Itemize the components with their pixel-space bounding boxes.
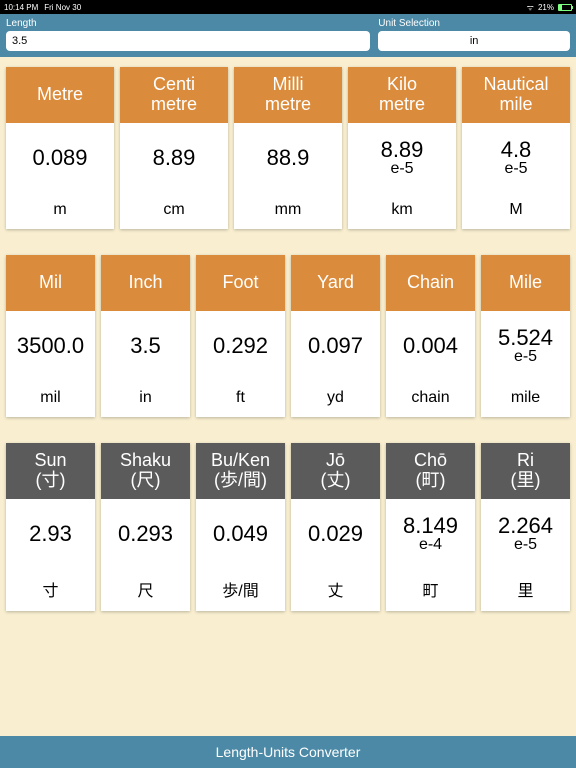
length-input[interactable] xyxy=(6,31,370,51)
card-unit: mil xyxy=(6,381,95,417)
footer-title: Length-Units Converter xyxy=(0,736,576,768)
card-value: 0.089 xyxy=(6,123,114,193)
card-value: 0.029 xyxy=(291,499,380,569)
length-label: Length xyxy=(6,18,370,29)
card-title: Jō(丈) xyxy=(291,443,380,499)
status-bar: 10:14 PM Fri Nov 30 ᯤ 21% xyxy=(0,0,576,14)
unit-card[interactable]: Ri(里)2.264e-5里 xyxy=(481,443,570,611)
card-row: Sun(寸)2.93寸Shaku(尺)0.293尺Bu/Ken(歩/間)0.04… xyxy=(6,443,570,611)
card-title: Chain xyxy=(386,255,475,311)
card-title: Ri(里) xyxy=(481,443,570,499)
card-value: 5.524e-5 xyxy=(481,311,570,381)
unit-card[interactable]: Kilometre8.89e-5km xyxy=(348,67,456,229)
card-title: Millimetre xyxy=(234,67,342,123)
card-unit: cm xyxy=(120,193,228,229)
header: Length Unit Selection xyxy=(0,14,576,57)
card-unit: yd xyxy=(291,381,380,417)
card-unit: m xyxy=(6,193,114,229)
cards-content: Metre0.089mCentimetre8.89cmMillimetre88.… xyxy=(0,57,576,736)
card-title: Shaku(尺) xyxy=(101,443,190,499)
card-title: Foot xyxy=(196,255,285,311)
unit-card[interactable]: Jō(丈)0.029丈 xyxy=(291,443,380,611)
card-value: 0.292 xyxy=(196,311,285,381)
unit-card[interactable]: Nauticalmile4.8e-5M xyxy=(462,67,570,229)
card-title: Yard xyxy=(291,255,380,311)
card-title: Sun(寸) xyxy=(6,443,95,499)
card-unit: 町 xyxy=(386,569,475,611)
card-unit: in xyxy=(101,381,190,417)
status-time: 10:14 PM xyxy=(4,3,38,12)
unit-card[interactable]: Mil3500.0mil xyxy=(6,255,95,417)
card-unit: 里 xyxy=(481,569,570,611)
card-unit: 寸 xyxy=(6,569,95,611)
unit-card[interactable]: Shaku(尺)0.293尺 xyxy=(101,443,190,611)
card-unit: 丈 xyxy=(291,569,380,611)
status-date: Fri Nov 30 xyxy=(44,3,81,12)
card-unit: mm xyxy=(234,193,342,229)
card-title: Chō(町) xyxy=(386,443,475,499)
card-value: 0.004 xyxy=(386,311,475,381)
battery-pct: 21% xyxy=(538,3,554,12)
card-value: 2.93 xyxy=(6,499,95,569)
card-value: 88.9 xyxy=(234,123,342,193)
unit-card[interactable]: Metre0.089m xyxy=(6,67,114,229)
unit-select[interactable] xyxy=(378,31,570,51)
card-value: 0.293 xyxy=(101,499,190,569)
card-value: 0.097 xyxy=(291,311,380,381)
card-unit: chain xyxy=(386,381,475,417)
card-value: 3500.0 xyxy=(6,311,95,381)
unit-card[interactable]: Bu/Ken(歩/間)0.049歩/間 xyxy=(196,443,285,611)
card-value: 2.264e-5 xyxy=(481,499,570,569)
card-unit: M xyxy=(462,193,570,229)
unit-card[interactable]: Inch3.5in xyxy=(101,255,190,417)
card-unit: km xyxy=(348,193,456,229)
card-title: Inch xyxy=(101,255,190,311)
card-title: Centimetre xyxy=(120,67,228,123)
battery-icon xyxy=(558,4,572,11)
unit-card[interactable]: Yard0.097yd xyxy=(291,255,380,417)
card-value: 3.5 xyxy=(101,311,190,381)
unit-card[interactable]: Centimetre8.89cm xyxy=(120,67,228,229)
card-title: Bu/Ken(歩/間) xyxy=(196,443,285,499)
card-unit: mile xyxy=(481,381,570,417)
card-value: 8.149e-4 xyxy=(386,499,475,569)
card-title: Kilometre xyxy=(348,67,456,123)
unit-selection-label: Unit Selection xyxy=(378,18,570,29)
card-title: Mil xyxy=(6,255,95,311)
unit-card[interactable]: Foot0.292ft xyxy=(196,255,285,417)
card-unit: 歩/間 xyxy=(196,569,285,611)
unit-card[interactable]: Chain0.004chain xyxy=(386,255,475,417)
card-unit: ft xyxy=(196,381,285,417)
card-row: Metre0.089mCentimetre8.89cmMillimetre88.… xyxy=(6,67,570,229)
card-value: 8.89 xyxy=(120,123,228,193)
unit-card[interactable]: Millimetre88.9mm xyxy=(234,67,342,229)
card-value: 4.8e-5 xyxy=(462,123,570,193)
card-row: Mil3500.0milInch3.5inFoot0.292ftYard0.09… xyxy=(6,255,570,417)
card-title: Nauticalmile xyxy=(462,67,570,123)
card-title: Mile xyxy=(481,255,570,311)
card-unit: 尺 xyxy=(101,569,190,611)
unit-card[interactable]: Mile5.524e-5mile xyxy=(481,255,570,417)
wifi-icon: ᯤ xyxy=(527,2,534,13)
card-value: 8.89e-5 xyxy=(348,123,456,193)
card-value: 0.049 xyxy=(196,499,285,569)
unit-card[interactable]: Chō(町)8.149e-4町 xyxy=(386,443,475,611)
unit-card[interactable]: Sun(寸)2.93寸 xyxy=(6,443,95,611)
card-title: Metre xyxy=(6,67,114,123)
